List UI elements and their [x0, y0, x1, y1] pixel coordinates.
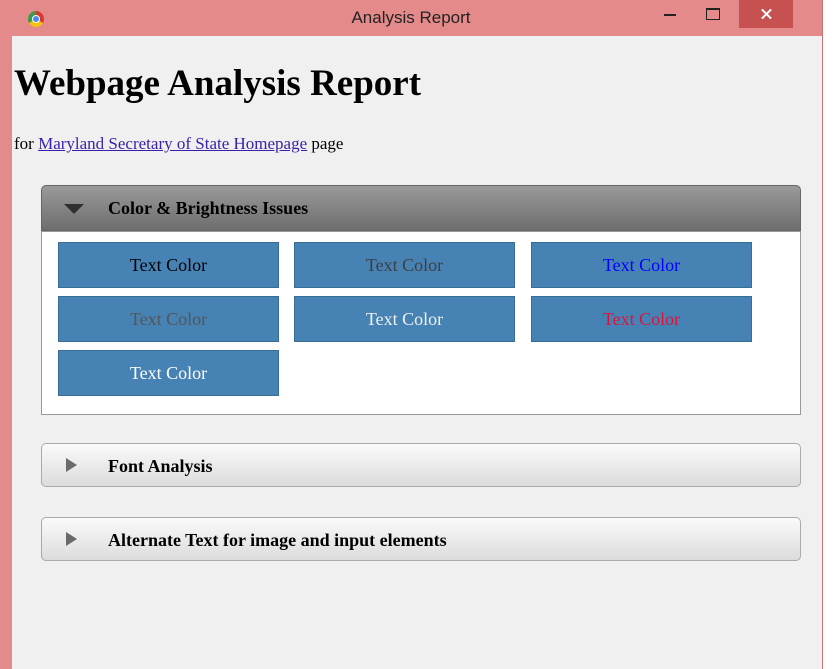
color-sample: Text Color [531, 296, 752, 342]
report-subtitle: for Maryland Secretary of State Homepage… [14, 134, 343, 154]
color-sample: Text Color [531, 242, 752, 288]
subtitle-suffix: page [307, 134, 344, 153]
subtitle-prefix: for [14, 134, 39, 153]
report-content: Webpage Analysis Report for Maryland Sec… [12, 36, 822, 669]
section-label: Font Analysis [108, 456, 213, 476]
page-link[interactable]: Maryland Secretary of State Homepage [38, 134, 307, 153]
section-header-font-analysis[interactable]: Font Analysis [41, 443, 801, 487]
color-sample: Text Color [294, 296, 515, 342]
title-bar[interactable]: Analysis Report [0, 0, 822, 36]
color-sample: Text Color [58, 350, 279, 396]
section-label: Color & Brightness Issues [108, 198, 309, 218]
triangle-right-icon [66, 458, 77, 472]
color-sample: Text Color [58, 296, 279, 342]
color-sample: Text Color [294, 242, 515, 288]
page-title: Webpage Analysis Report [14, 63, 422, 104]
section-header-alternate-text[interactable]: Alternate Text for image and input eleme… [41, 517, 801, 561]
maximize-button[interactable] [693, 0, 733, 30]
triangle-down-icon [64, 204, 84, 214]
section-label: Alternate Text for image and input eleme… [108, 530, 447, 550]
color-sample: Text Color [58, 242, 279, 288]
close-button[interactable] [739, 0, 793, 28]
triangle-right-icon [66, 532, 77, 546]
color-issues-panel: Text Color Text Color Text Color Text Co… [41, 231, 801, 415]
section-header-color-brightness[interactable]: Color & Brightness Issues [41, 185, 801, 231]
app-window: Analysis Report Webpage Analysis Report … [0, 0, 823, 669]
minimize-button[interactable] [650, 0, 690, 30]
